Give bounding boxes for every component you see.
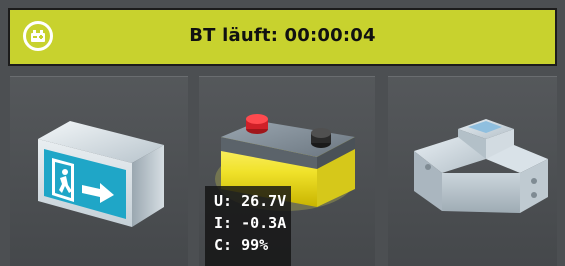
battery-readout: U: 26.7V I: -0.3A C: 99% xyxy=(205,186,291,266)
screen: BT läuft: 00:00:04 U: 26.7V I: -0.3A C: … xyxy=(0,0,565,266)
emergency-exit-sign-icon xyxy=(38,121,164,227)
battery-capacity: C: 99% xyxy=(214,236,269,254)
tile-module[interactable] xyxy=(388,76,557,266)
din-rail-module-icon xyxy=(414,119,548,213)
battery-voltage: U: 26.7V xyxy=(214,192,287,210)
tile-emergency-luminaire[interactable] xyxy=(10,76,188,266)
battery-current: I: -0.3A xyxy=(214,214,287,232)
status-text: BT läuft: 00:00:04 xyxy=(189,25,376,46)
status-bar: BT läuft: 00:00:04 xyxy=(8,8,557,66)
